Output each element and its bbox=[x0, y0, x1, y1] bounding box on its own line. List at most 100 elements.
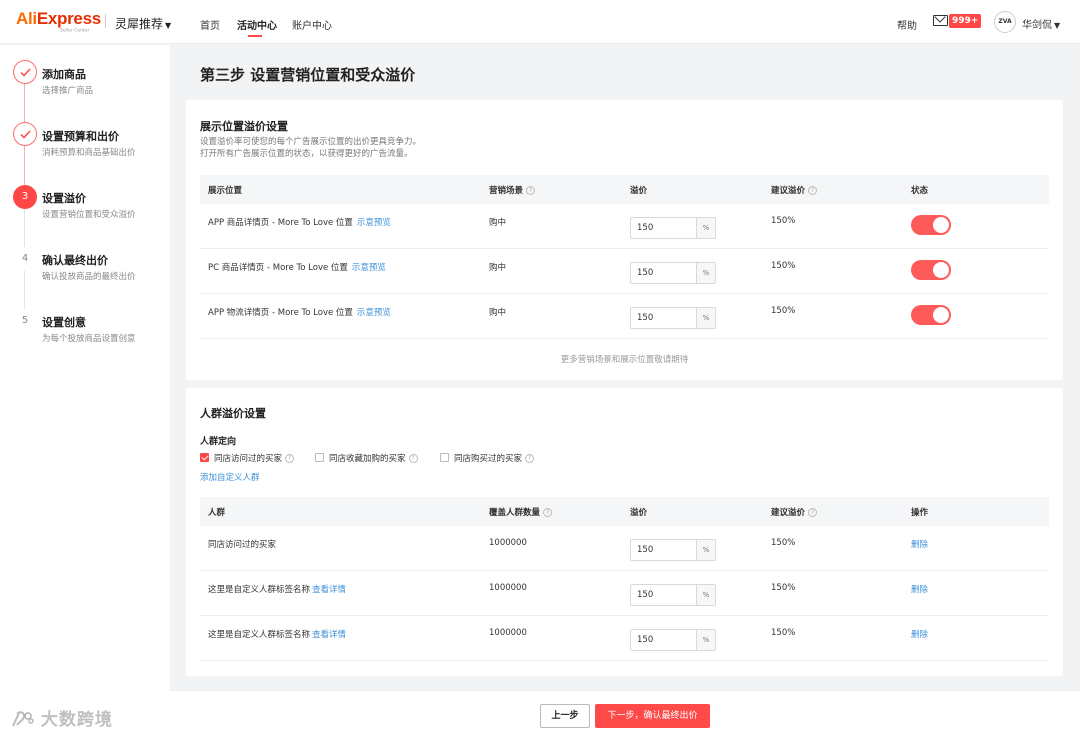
more-placements-note: 更多营销场景和展示位置敬请期待 bbox=[560, 355, 689, 365]
status-toggle[interactable] bbox=[911, 260, 951, 280]
page-title: 第三步 设置营销位置和受众溢价 bbox=[200, 66, 416, 84]
audience-table-header: 人群 覆盖人群数量? 溢价 建议溢价? 操作 bbox=[200, 497, 1049, 526]
placement-section-title: 展示位置溢价设置 bbox=[200, 120, 288, 133]
premium-input[interactable] bbox=[631, 540, 697, 560]
product-switcher[interactable]: 灵犀推荐 ▼ bbox=[115, 15, 171, 32]
step-2-title[interactable]: 设置预算和出价 bbox=[42, 128, 119, 144]
option-favorited-checkbox[interactable]: 同店收藏加购的买家? bbox=[315, 452, 418, 464]
table-row: 同店访问过的买家 1000000 % 150% 删除 bbox=[200, 526, 1049, 571]
placement-name: APP 物流详情页 - More To Love 位置 示意预览 bbox=[208, 306, 391, 318]
toggle-knob bbox=[933, 217, 949, 233]
help-icon[interactable]: ? bbox=[408, 454, 418, 463]
placement-desc-line2: 打开所有广告展示位置的状态，以获得更好的广告流量。 bbox=[200, 149, 413, 159]
premium-input[interactable] bbox=[631, 585, 697, 605]
user-menu[interactable]: 华剑侃 ▼ bbox=[1022, 16, 1060, 31]
mail-count-badge: 999+ bbox=[949, 14, 982, 28]
nav-activity-center[interactable]: 活动中心 bbox=[237, 17, 277, 32]
preview-link[interactable]: 示意预览 bbox=[357, 308, 391, 318]
delete-link[interactable]: 删除 bbox=[911, 583, 928, 595]
step-3-desc: 设置营销位置和受众溢价 bbox=[42, 210, 136, 220]
step-2-desc: 消耗预算和商品基础出价 bbox=[42, 148, 136, 158]
help-icon[interactable]: ? bbox=[285, 454, 295, 463]
table-row: PC 商品详情页 - More To Love 位置示意预览 购中 % 150% bbox=[200, 249, 1049, 294]
col-premium: 溢价 bbox=[630, 508, 648, 518]
step-5-number: 5 bbox=[13, 309, 37, 333]
step-3-title[interactable]: 设置溢价 bbox=[42, 190, 86, 206]
action-footer: 上一步 下一步，确认最终出价 bbox=[170, 690, 1080, 737]
percent-unit: % bbox=[696, 540, 715, 560]
col-suggested-label: 建议溢价 bbox=[771, 508, 806, 518]
step-2-check-icon bbox=[13, 122, 37, 146]
option-visited-checkbox[interactable]: 同店访问过的买家? bbox=[200, 452, 295, 464]
option-label: 同店收藏加购的买家 bbox=[329, 454, 406, 464]
step-connector bbox=[24, 81, 25, 123]
audience-name: 同店访问过的买家 bbox=[208, 540, 277, 550]
option-purchased-checkbox[interactable]: 同店购买过的买家? bbox=[440, 452, 535, 464]
premium-input-group: % bbox=[630, 262, 716, 284]
prev-step-button[interactable]: 上一步 bbox=[540, 704, 590, 728]
audience-name: 这里是自定义人群标签名称 查看详情 bbox=[208, 583, 346, 595]
help-icon[interactable]: ? bbox=[808, 186, 818, 195]
premium-input[interactable] bbox=[631, 308, 697, 328]
table-row: 这里是自定义人群标签名称查看详情 1000000 % 150% 删除 bbox=[200, 571, 1049, 616]
nav-home[interactable]: 首页 bbox=[200, 17, 220, 32]
avatar[interactable]: ZVA bbox=[994, 11, 1016, 33]
view-details-link[interactable]: 查看详情 bbox=[312, 585, 346, 595]
table-row: APP 物流详情页 - More To Love 位置示意预览 购中 % 150… bbox=[200, 294, 1049, 339]
status-toggle[interactable] bbox=[911, 305, 951, 325]
next-step-button[interactable]: 下一步，确认最终出价 bbox=[595, 704, 710, 728]
audience-section-title: 人群溢价设置 bbox=[200, 407, 266, 420]
scene-value: 购中 bbox=[489, 263, 507, 273]
delete-link[interactable]: 删除 bbox=[911, 538, 928, 550]
product-switcher-label: 灵犀推荐 bbox=[115, 17, 164, 31]
percent-unit: % bbox=[696, 308, 715, 328]
delete-link[interactable]: 删除 bbox=[911, 628, 928, 640]
step-1-title[interactable]: 添加商品 bbox=[42, 66, 86, 82]
premium-input[interactable] bbox=[631, 263, 697, 283]
step-3-number: 3 bbox=[13, 185, 37, 209]
checkbox-icon bbox=[315, 453, 324, 462]
preview-link[interactable]: 示意预览 bbox=[357, 218, 391, 228]
col-premium: 溢价 bbox=[630, 186, 648, 196]
table-row: APP 商品详情页 - More To Love 位置示意预览 购中 % 150… bbox=[200, 204, 1049, 249]
audience-name-text: 这里是自定义人群标签名称 bbox=[208, 585, 311, 595]
premium-input[interactable] bbox=[631, 218, 697, 238]
help-link[interactable]: 帮助 bbox=[897, 17, 917, 32]
col-scene-label: 营销场景 bbox=[489, 186, 524, 196]
step-4-title[interactable]: 确认最终出价 bbox=[42, 252, 108, 268]
col-scene: 营销场景? bbox=[489, 184, 536, 196]
col-coverage-label: 覆盖人群数量 bbox=[489, 508, 541, 518]
col-suggested: 建议溢价? bbox=[771, 184, 818, 196]
step-connector bbox=[24, 205, 25, 247]
col-position: 展示位置 bbox=[208, 186, 243, 196]
checkbox-checked-icon bbox=[200, 453, 209, 462]
steps-sidebar: 添加商品 选择推广商品 设置预算和出价 消耗预算和商品基础出价 3 设置溢价 设… bbox=[0, 45, 170, 737]
logo-express-text: Express bbox=[36, 9, 101, 28]
step-connector bbox=[24, 267, 25, 309]
col-suggested-label: 建议溢价 bbox=[771, 186, 806, 196]
help-icon[interactable]: ? bbox=[525, 454, 535, 463]
user-name: 华剑侃 bbox=[1022, 20, 1052, 31]
percent-unit: % bbox=[696, 585, 715, 605]
mail-icon[interactable] bbox=[933, 15, 948, 26]
premium-input-group: % bbox=[630, 539, 716, 561]
step-4-desc: 确认投放商品的最终出价 bbox=[42, 272, 136, 282]
suggested-premium: 150% bbox=[771, 216, 796, 226]
help-icon[interactable]: ? bbox=[808, 508, 818, 517]
help-icon[interactable]: ? bbox=[526, 186, 536, 195]
step-5-title[interactable]: 设置创意 bbox=[42, 314, 86, 330]
help-icon[interactable]: ? bbox=[543, 508, 553, 517]
view-details-link[interactable]: 查看详情 bbox=[312, 630, 346, 640]
add-custom-audience-link[interactable]: 添加自定义人群 bbox=[200, 471, 260, 483]
percent-unit: % bbox=[696, 218, 715, 238]
premium-input[interactable] bbox=[631, 630, 697, 650]
option-label: 同店购买过的买家 bbox=[454, 454, 523, 464]
aliexpress-logo[interactable]: AliExpress Seller Center bbox=[16, 9, 101, 34]
placement-desc-line1: 设置溢价率可使您的每个广告展示位置的出价更具竞争力。 bbox=[200, 137, 422, 147]
scene-value: 购中 bbox=[489, 308, 507, 318]
preview-link[interactable]: 示意预览 bbox=[352, 263, 386, 273]
coverage-count: 1000000 bbox=[489, 538, 527, 548]
nav-account-center[interactable]: 账户中心 bbox=[292, 17, 332, 32]
table-row: 这里是自定义人群标签名称查看详情 1000000 % 150% 删除 bbox=[200, 616, 1049, 661]
status-toggle[interactable] bbox=[911, 215, 951, 235]
